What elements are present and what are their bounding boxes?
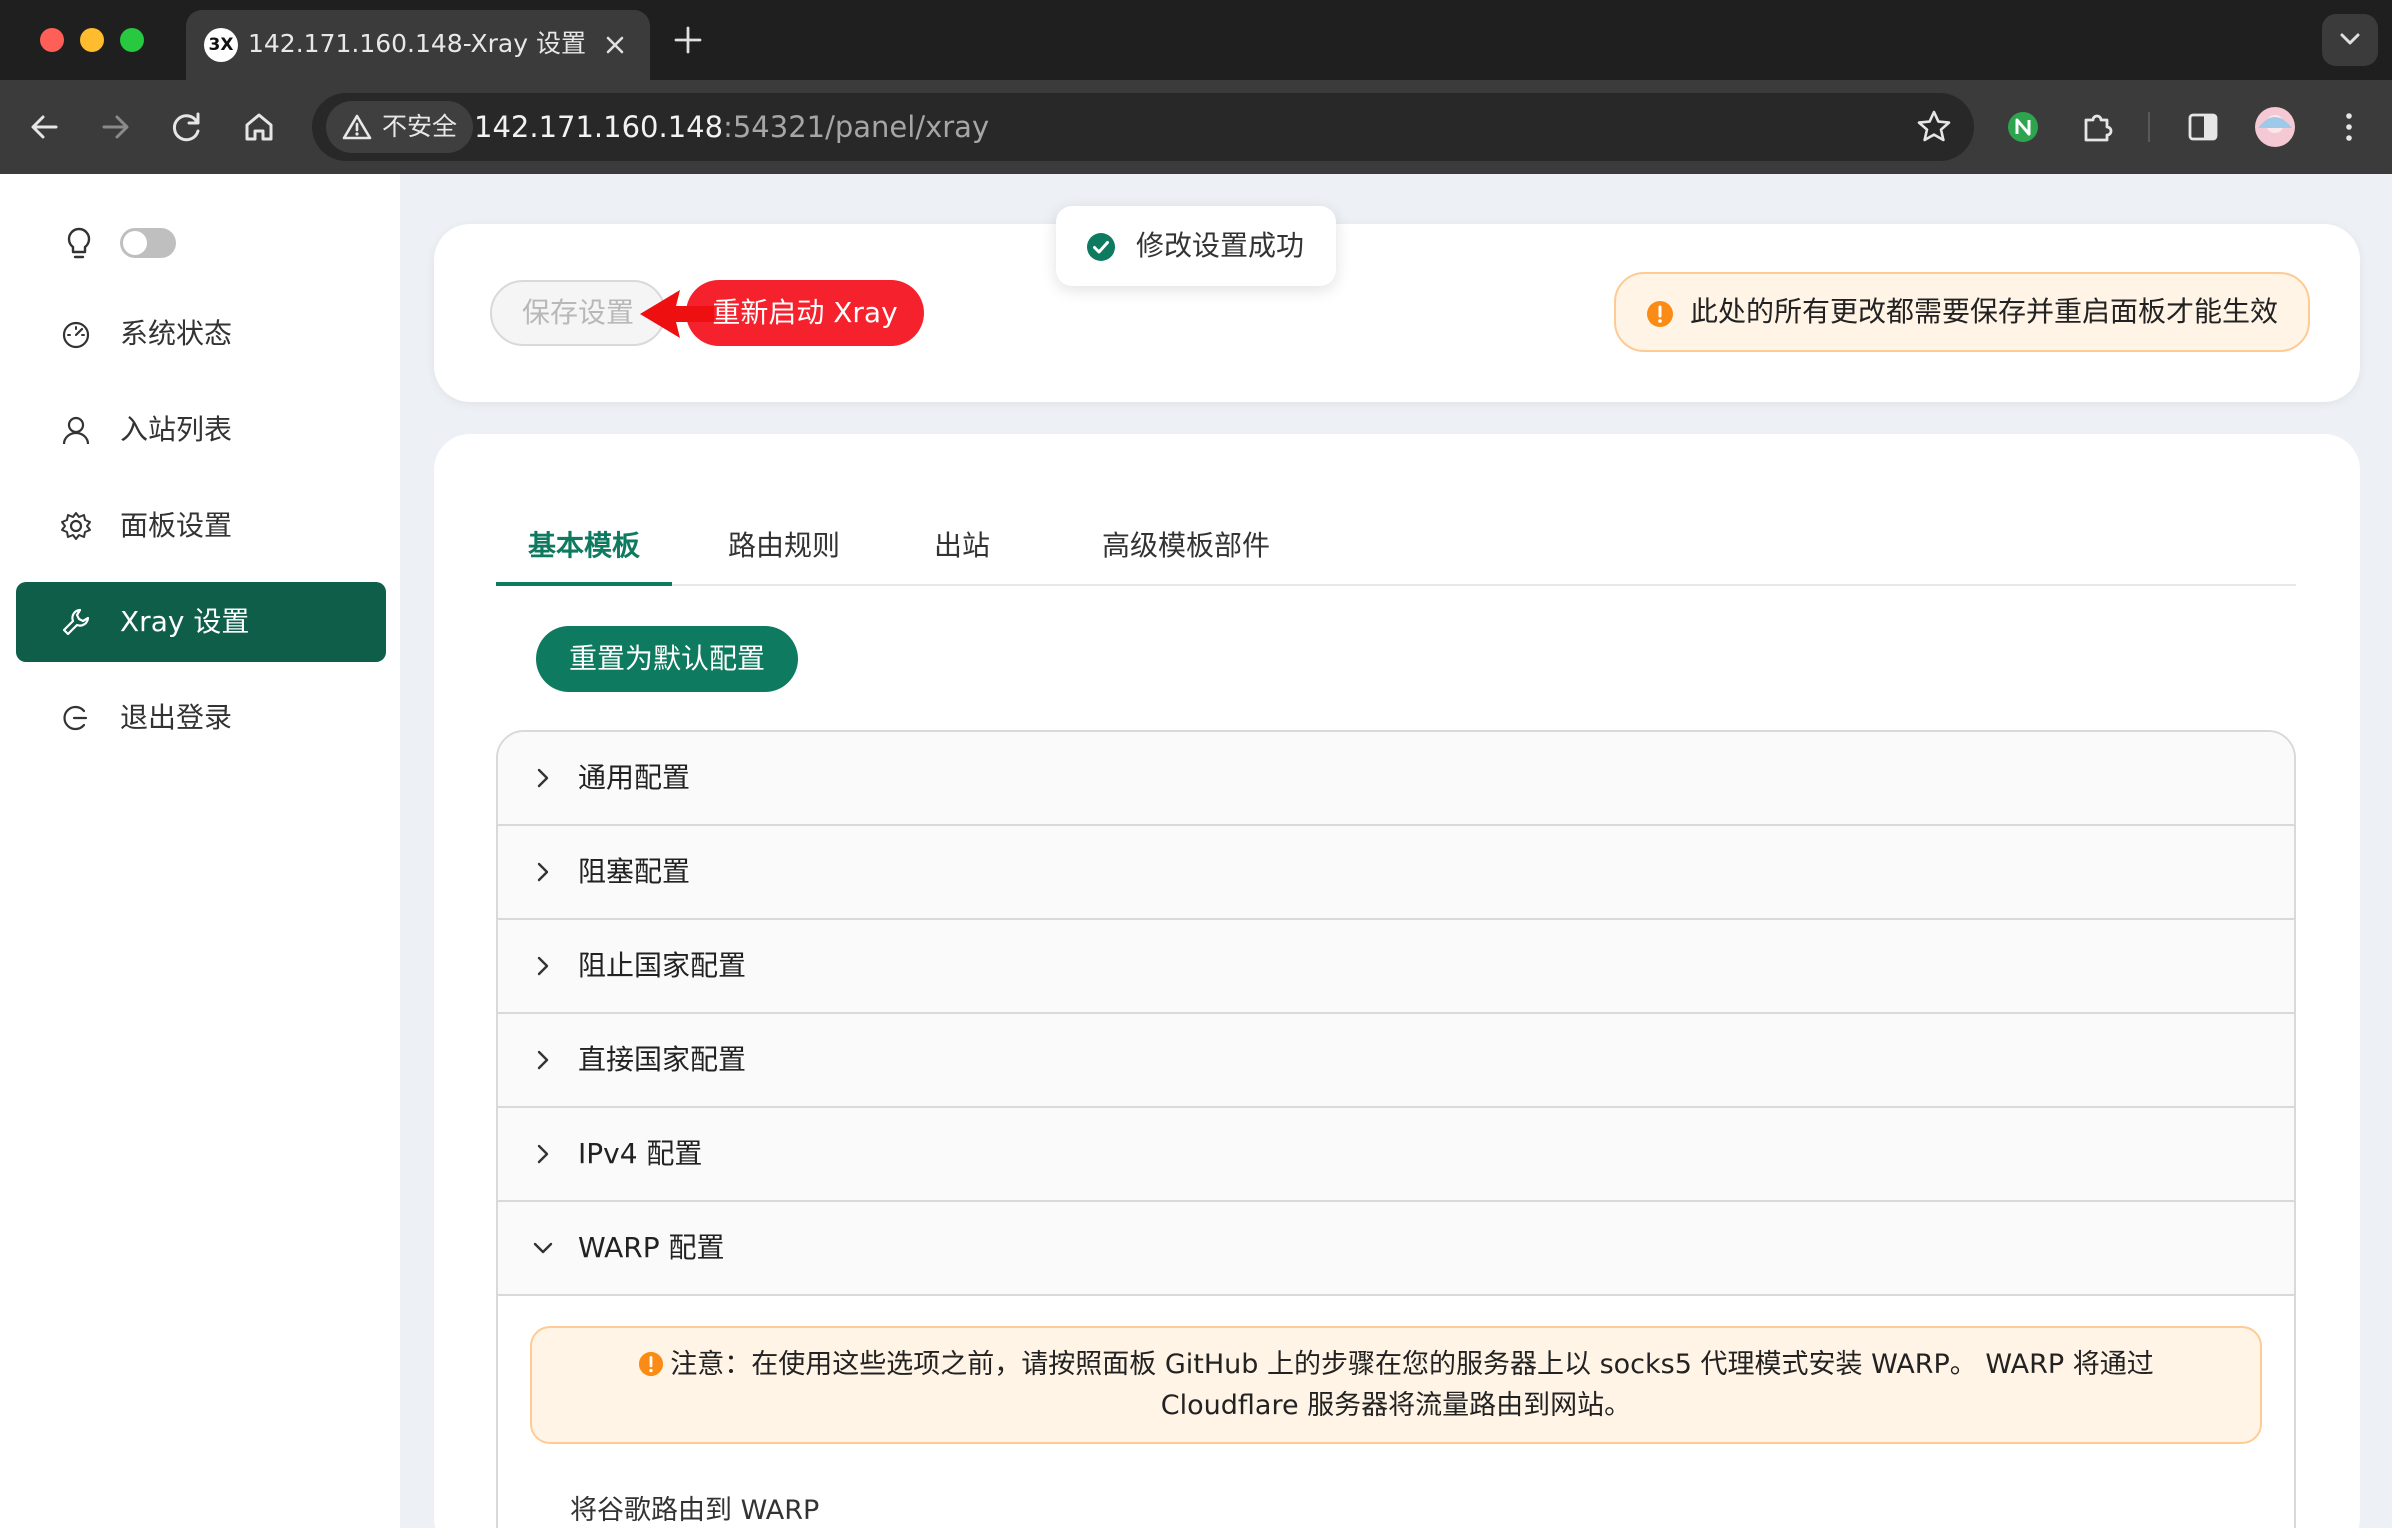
tab-advanced-template[interactable]: 高级模板部件 bbox=[1028, 506, 1344, 586]
chevron-right-icon bbox=[537, 862, 549, 882]
sidebar-item-panel-settings[interactable]: 面板设置 bbox=[16, 486, 386, 566]
browser-tab-bar: 3X 142.171.160.148-Xray 设置 bbox=[0, 0, 2392, 80]
panel-blocking[interactable]: 阻塞配置 bbox=[498, 826, 2294, 920]
exclamation-circle-icon bbox=[1647, 301, 1673, 327]
bookmark-star-icon[interactable] bbox=[1914, 107, 1954, 147]
chevron-right-icon bbox=[537, 956, 549, 976]
sidebar-item-inbounds[interactable]: 入站列表 bbox=[16, 390, 386, 470]
config-collapse: 通用配置 阻塞配置 阻止国家配置 直接国家配置 IPv4 配置 WARP 配置 bbox=[496, 730, 2296, 1528]
user-icon bbox=[62, 416, 90, 445]
security-label: 不安全 bbox=[382, 112, 458, 141]
sidebar-item-xray-settings[interactable]: Xray 设置 bbox=[16, 582, 386, 662]
tab-basic-template[interactable]: 基本模板 bbox=[496, 506, 672, 586]
new-tab-icon[interactable] bbox=[670, 22, 706, 58]
route-google-warp-label: 将谷歌路由到 WARP bbox=[570, 1495, 820, 1526]
chevron-down-icon bbox=[2340, 33, 2360, 45]
red-arrow-annotation-icon bbox=[640, 290, 714, 338]
tab-search-button[interactable] bbox=[2322, 14, 2378, 66]
browser-toolbar: 不安全 142.171.160.148:54321/panel/xray bbox=[0, 80, 2392, 174]
sidebar-item-label: Xray 设置 bbox=[120, 605, 250, 638]
sidebar-item-label: 退出登录 bbox=[120, 701, 233, 734]
panel-block-country[interactable]: 阻止国家配置 bbox=[498, 920, 2294, 1014]
warp-alert: 注意：在使用这些选项之前，请按照面板 GitHub 上的步骤在您的服务器上以 s… bbox=[530, 1326, 2262, 1444]
sidebar-item-label: 入站列表 bbox=[120, 413, 233, 446]
settings-card: 基本模板 路由规则 出站 高级模板部件 重置为默认配置 通用配置 阻塞配置 阻止… bbox=[434, 434, 2360, 1528]
url-text[interactable]: 142.171.160.148:54321/panel/xray bbox=[474, 93, 989, 161]
active-tab-indicator bbox=[496, 582, 672, 586]
panel-warp[interactable]: WARP 配置 bbox=[498, 1202, 2294, 1296]
address-bar[interactable]: 不安全 142.171.160.148:54321/panel/xray bbox=[312, 93, 1974, 161]
lightbulb-icon bbox=[67, 227, 91, 259]
panel-label: 阻止国家配置 bbox=[578, 949, 747, 982]
panel-general[interactable]: 通用配置 bbox=[498, 732, 2294, 826]
sidebar-item-label: 系统状态 bbox=[120, 317, 233, 350]
chevron-right-icon bbox=[537, 768, 549, 788]
security-indicator[interactable]: 不安全 bbox=[326, 101, 474, 153]
panel-warp-content: 注意：在使用这些选项之前，请按照面板 GitHub 上的步骤在您的服务器上以 s… bbox=[498, 1296, 2294, 1528]
site-favicon-icon: 3X bbox=[204, 28, 238, 62]
tab-title: 142.171.160.148-Xray 设置 bbox=[248, 29, 586, 58]
warp-alert-text: 注意：在使用这些选项之前，请按照面板 GitHub 上的步骤在您的服务器上以 s… bbox=[670, 1349, 2154, 1380]
success-toast: 修改设置成功 bbox=[1056, 206, 1336, 286]
browser-tab[interactable]: 3X 142.171.160.148-Xray 设置 bbox=[186, 10, 650, 80]
url-host: 142.171.160.148 bbox=[474, 110, 724, 144]
restart-notice: 此处的所有更改都需要保存并重启面板才能生效 bbox=[1614, 272, 2310, 352]
profile-avatar-icon[interactable] bbox=[2252, 104, 2298, 150]
tab-outbound[interactable]: 出站 bbox=[896, 506, 1028, 586]
reset-default-button[interactable]: 重置为默认配置 bbox=[536, 626, 798, 692]
panel-label: 直接国家配置 bbox=[578, 1043, 747, 1076]
tool-icon bbox=[62, 608, 90, 636]
sidebar-item-logout[interactable]: 退出登录 bbox=[16, 678, 386, 758]
sidebar: 系统状态 入站列表 面板设置 Xray 设置 退出登录 bbox=[0, 174, 400, 1528]
dark-mode-toggle[interactable] bbox=[120, 228, 176, 258]
chevron-right-icon bbox=[537, 1144, 549, 1164]
window-close-button[interactable] bbox=[40, 28, 64, 52]
panel-label: 阻塞配置 bbox=[578, 855, 691, 888]
dashboard-icon bbox=[62, 321, 90, 349]
restart-notice-text: 此处的所有更改都需要保存并重启面板才能生效 bbox=[1690, 295, 2279, 328]
tab-close-icon[interactable] bbox=[598, 28, 632, 62]
back-arrow-icon[interactable] bbox=[22, 104, 68, 150]
exclamation-circle-icon bbox=[639, 1351, 664, 1377]
panel-label: 通用配置 bbox=[578, 761, 691, 794]
warning-triangle-icon bbox=[342, 114, 372, 140]
panel-label: WARP 配置 bbox=[578, 1231, 725, 1264]
panel-label: IPv4 配置 bbox=[578, 1137, 703, 1170]
panel-direct-country[interactable]: 直接国家配置 bbox=[498, 1014, 2294, 1108]
sidebar-item-label: 面板设置 bbox=[120, 509, 233, 542]
toolbar-divider bbox=[2148, 112, 2150, 142]
home-icon[interactable] bbox=[236, 104, 282, 150]
forward-arrow-icon[interactable] bbox=[92, 104, 138, 150]
logout-icon bbox=[63, 705, 88, 731]
settings-tabs: 基本模板 路由规则 出站 高级模板部件 bbox=[496, 506, 2296, 586]
warp-alert-text-2: Cloudflare 服务器将流量路由到网站。 bbox=[1160, 1390, 1632, 1421]
restart-xray-button[interactable]: 重新启动 Xray bbox=[686, 280, 924, 346]
side-panel-icon[interactable] bbox=[2180, 104, 2226, 150]
toast-message: 修改设置成功 bbox=[1136, 229, 1305, 262]
window-minimize-button[interactable] bbox=[80, 28, 104, 52]
panel-ipv4[interactable]: IPv4 配置 bbox=[498, 1108, 2294, 1202]
check-circle-icon bbox=[1087, 233, 1115, 261]
window-zoom-button[interactable] bbox=[120, 28, 144, 52]
chevron-down-icon bbox=[533, 1242, 553, 1254]
url-path: :54321/panel/xray bbox=[723, 110, 990, 144]
extension-n-icon[interactable] bbox=[2000, 104, 2046, 150]
tab-routing-rules[interactable]: 路由规则 bbox=[672, 506, 896, 586]
extensions-puzzle-icon[interactable] bbox=[2074, 104, 2120, 150]
chevron-right-icon bbox=[537, 1050, 549, 1070]
reload-icon[interactable] bbox=[164, 104, 210, 150]
sidebar-item-system-status[interactable]: 系统状态 bbox=[16, 294, 386, 374]
action-card: 保存设置 重新启动 Xray 此处的所有更改都需要保存并重启面板才能生效 bbox=[434, 224, 2360, 402]
browser-menu-icon[interactable] bbox=[2326, 104, 2372, 150]
gear-icon bbox=[61, 512, 91, 540]
